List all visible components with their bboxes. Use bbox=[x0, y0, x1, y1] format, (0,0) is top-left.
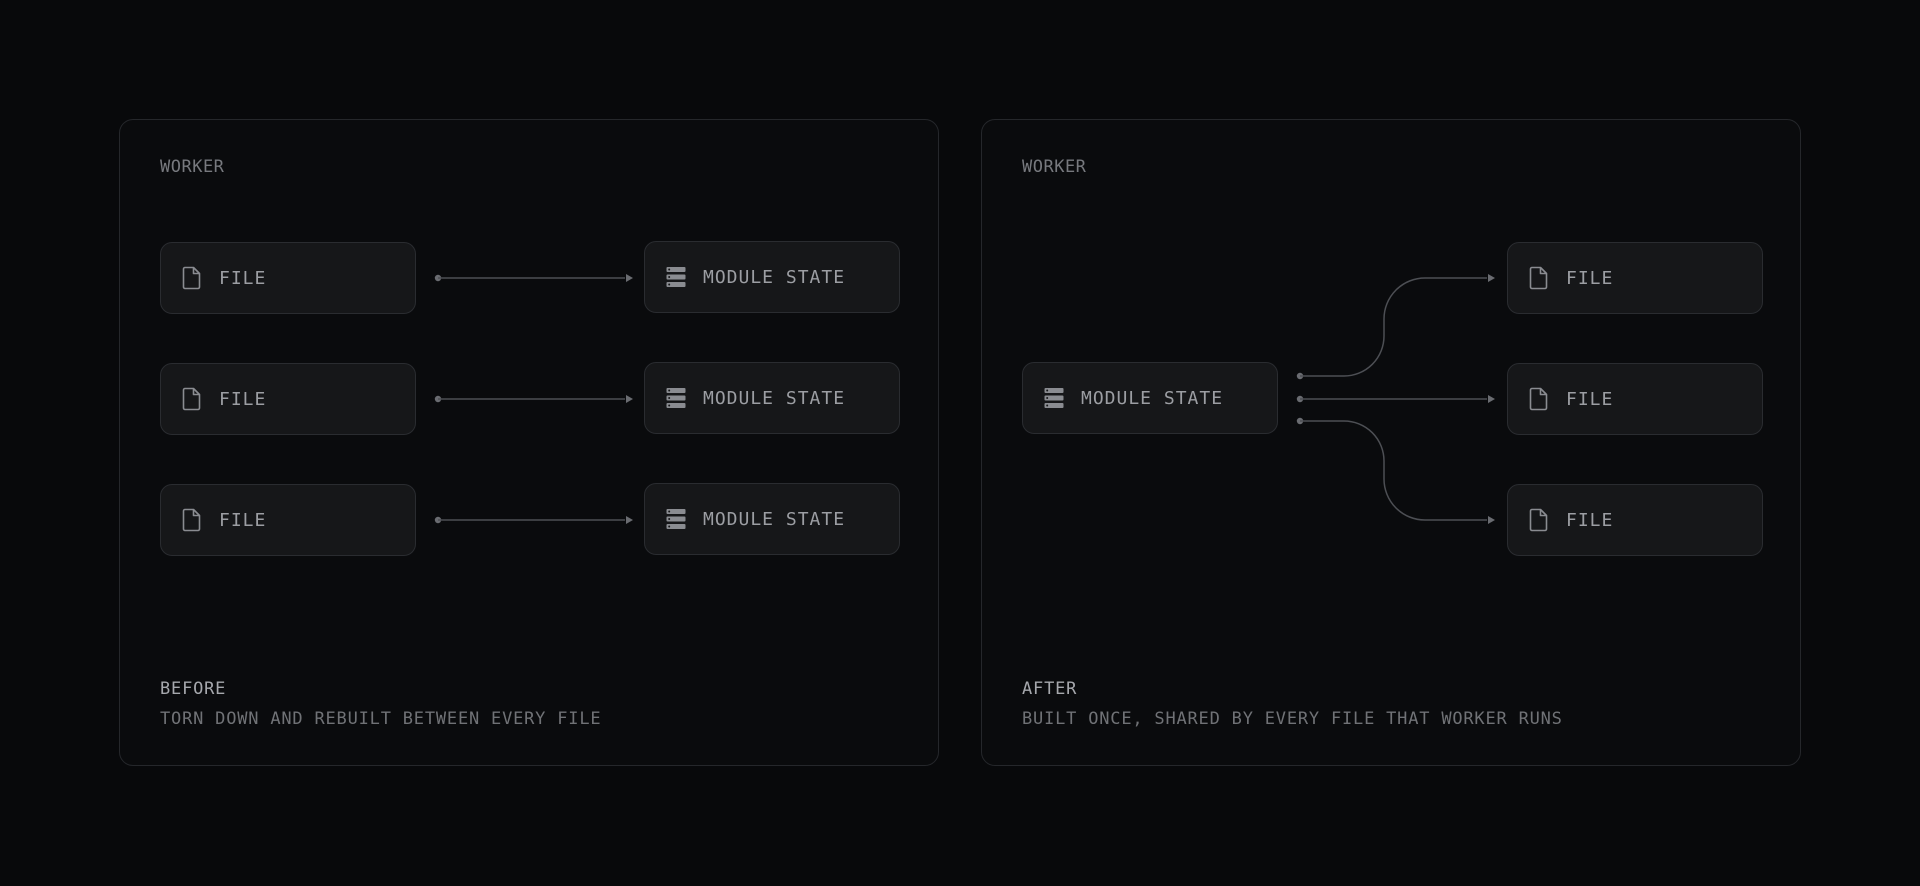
file-label: FILE bbox=[1566, 267, 1614, 289]
caption-title: BEFORE bbox=[160, 679, 227, 699]
caption-subtitle: TORN DOWN AND REBUILT BETWEEN EVERY FILE bbox=[160, 709, 602, 729]
file-label: FILE bbox=[219, 388, 267, 410]
connector-branch-middle bbox=[1296, 395, 1495, 403]
file-icon bbox=[1528, 508, 1550, 532]
module-state-node: MODULE STATE bbox=[644, 241, 900, 313]
worker-label: WORKER bbox=[1022, 157, 1087, 177]
server-stack-icon bbox=[665, 386, 687, 410]
connector-row-3 bbox=[434, 516, 633, 524]
module-state-label: MODULE STATE bbox=[703, 387, 846, 409]
server-stack-icon bbox=[1043, 386, 1065, 410]
file-node: FILE bbox=[1507, 484, 1763, 556]
server-stack-icon bbox=[665, 507, 687, 531]
file-node: FILE bbox=[1507, 242, 1763, 314]
before-connectors bbox=[434, 274, 633, 524]
worker-label: WORKER bbox=[160, 157, 225, 177]
file-label: FILE bbox=[219, 509, 267, 531]
connector-branch-bottom bbox=[1296, 417, 1495, 524]
file-icon bbox=[181, 266, 203, 290]
file-label: FILE bbox=[1566, 388, 1614, 410]
file-icon bbox=[181, 387, 203, 411]
caption-title: AFTER bbox=[1022, 679, 1078, 699]
file-node: FILE bbox=[160, 484, 416, 556]
after-panel: WORKER MODULE STATE FILE FILE FILE AFTER… bbox=[981, 119, 1801, 766]
module-state-label: MODULE STATE bbox=[703, 508, 846, 530]
module-state-label: MODULE STATE bbox=[1081, 387, 1224, 409]
module-state-label: MODULE STATE bbox=[703, 266, 846, 288]
connector-branch-top bbox=[1296, 274, 1495, 380]
after-connectors bbox=[1296, 274, 1495, 524]
connector-row-2 bbox=[434, 395, 633, 403]
file-label: FILE bbox=[219, 267, 267, 289]
file-icon bbox=[1528, 387, 1550, 411]
connector-row-1 bbox=[434, 274, 633, 282]
file-icon bbox=[181, 508, 203, 532]
before-panel: WORKER FILE MODULE STATE FILE MODULE STA… bbox=[119, 119, 939, 766]
module-state-node: MODULE STATE bbox=[644, 362, 900, 434]
file-label: FILE bbox=[1566, 509, 1614, 531]
module-state-node: MODULE STATE bbox=[1022, 362, 1278, 434]
file-icon bbox=[1528, 266, 1550, 290]
caption-subtitle: BUILT ONCE, SHARED BY EVERY FILE THAT WO… bbox=[1022, 709, 1563, 729]
server-stack-icon bbox=[665, 265, 687, 289]
file-node: FILE bbox=[160, 242, 416, 314]
file-node: FILE bbox=[160, 363, 416, 435]
module-state-node: MODULE STATE bbox=[644, 483, 900, 555]
file-node: FILE bbox=[1507, 363, 1763, 435]
